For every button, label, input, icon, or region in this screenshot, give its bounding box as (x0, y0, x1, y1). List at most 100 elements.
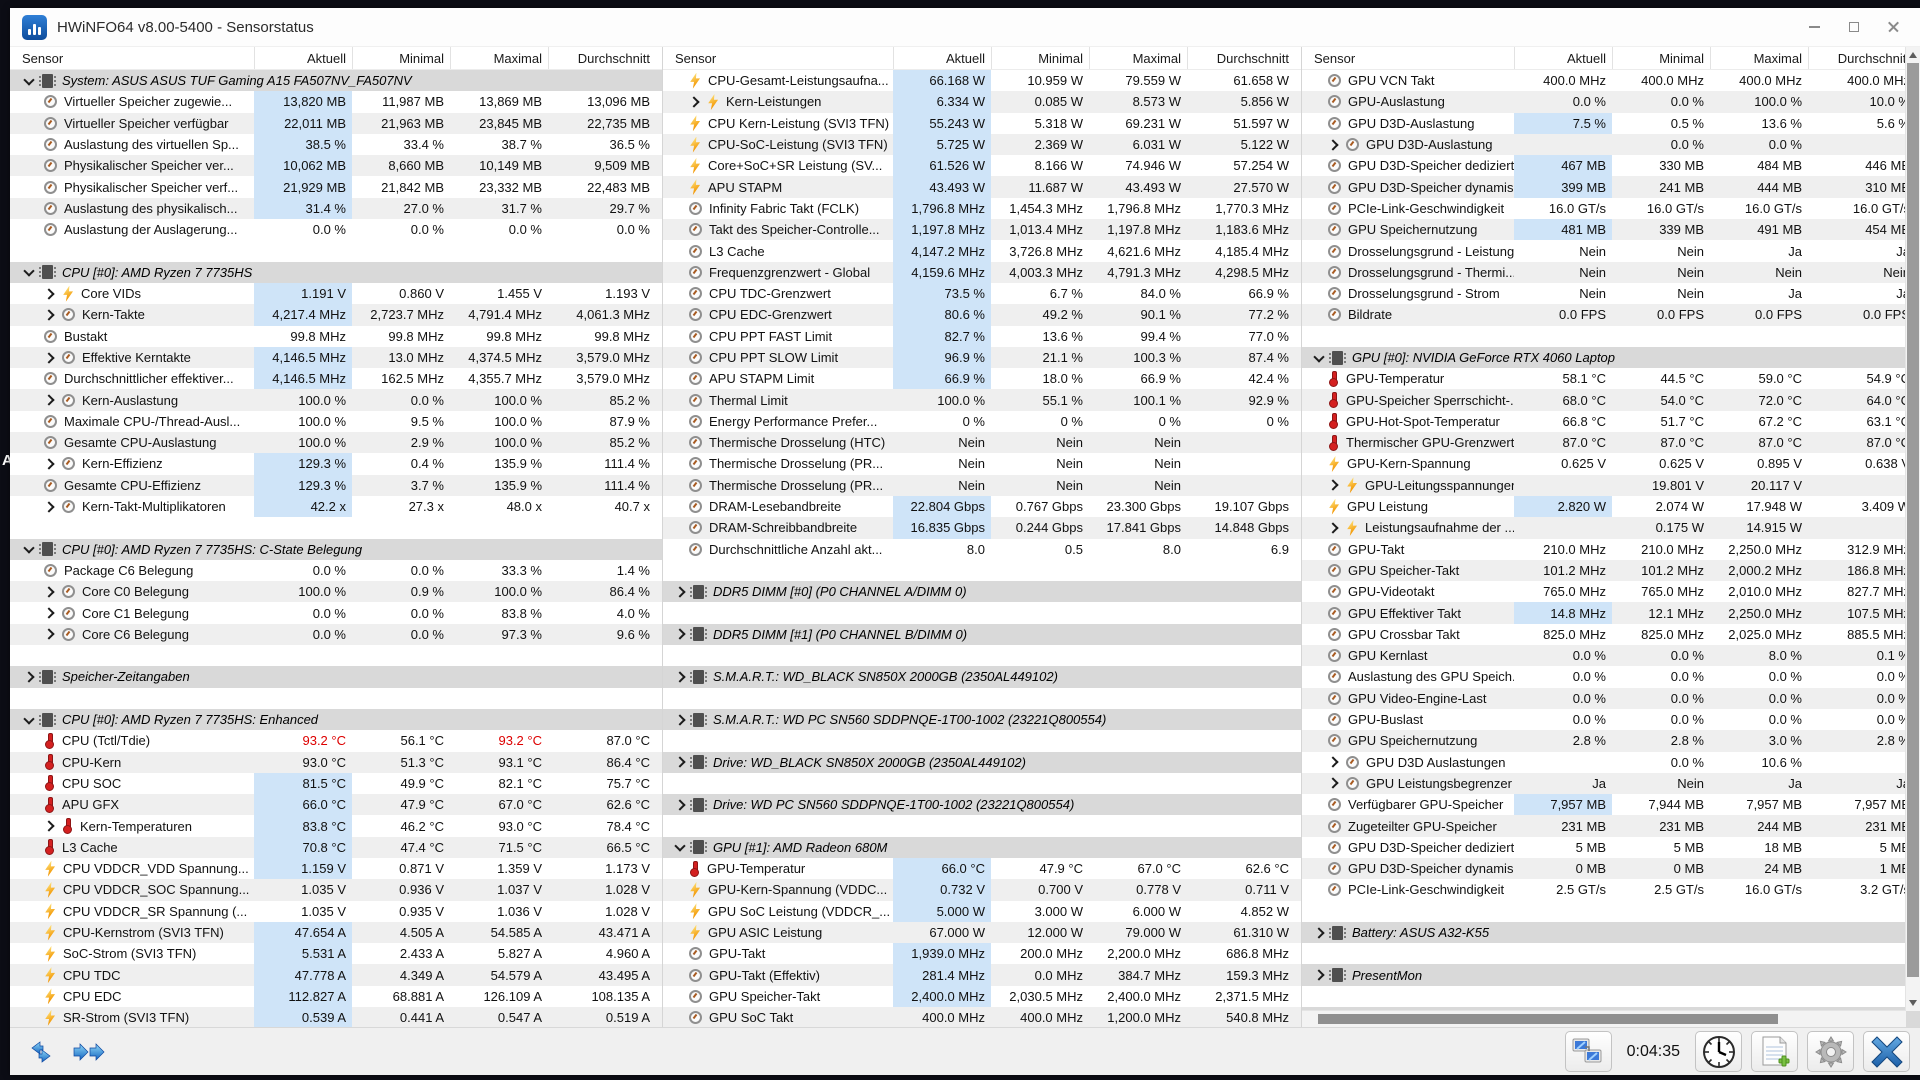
sensor-row[interactable]: GPU-Kern-Spannung (VDDC...0.732 V0.700 V… (663, 879, 1301, 900)
vertical-scroll-thumb[interactable] (1907, 63, 1919, 977)
sensor-row[interactable]: Auslastung des GPU Speich...0.0 %0.0 %0.… (1302, 666, 1920, 687)
sensor-row[interactable]: APU STAPM Limit66.9 %18.0 %66.9 %42.4 % (663, 368, 1301, 389)
sensor-group-header[interactable]: DDR5 DIMM [#0] (P0 CHANNEL A/DIMM 0) (663, 581, 1301, 602)
sensor-group-header[interactable]: CPU [#0]: AMD Ryzen 7 7735HS (10, 262, 662, 283)
sensor-row[interactable]: GPU SoC Takt400.0 MHz400.0 MHz1,200.0 MH… (663, 1007, 1301, 1027)
chevron-right-icon[interactable] (1327, 522, 1338, 533)
sensor-row[interactable]: GPU VCN Takt400.0 MHz400.0 MHz400.0 MHz4… (1302, 70, 1920, 91)
chevron-right-icon[interactable] (43, 309, 54, 320)
close-window-button[interactable] (1874, 12, 1914, 42)
sensor-row[interactable]: CPU EDC-Grenzwert80.6 %49.2 %90.1 %77.2 … (663, 304, 1301, 325)
sensor-row[interactable]: PCIe-Link-Geschwindigkeit2.5 GT/s2.5 GT/… (1302, 879, 1920, 900)
sensor-row[interactable]: Auslastung des virtuellen Sp...38.5 %33.… (10, 134, 662, 155)
sensor-row[interactable]: GPU LeistungsbegrenzerJaNeinJaJa (1302, 773, 1920, 794)
column-header-sensor[interactable]: Sensor (10, 47, 254, 69)
sensor-row[interactable]: Auslastung des physikalisch...31.4 %27.0… (10, 198, 662, 219)
sensor-row[interactable]: GPU D3D-Auslastung7.5 %0.5 %13.6 %5.6 % (1302, 113, 1920, 134)
chevron-right-icon[interactable] (674, 799, 685, 810)
sensor-row[interactable]: PCIe-Link-Geschwindigkeit16.0 GT/s16.0 G… (1302, 198, 1920, 219)
sensor-group-header[interactable]: CPU [#0]: AMD Ryzen 7 7735HS: Enhanced (10, 709, 662, 730)
close-sensors-button[interactable] (1863, 1031, 1910, 1072)
sensor-row[interactable]: GPU-Kern-Spannung0.625 V0.625 V0.895 V0.… (1302, 453, 1920, 474)
sensor-row[interactable]: CPU (Tctl/Tdie)93.2 °C56.1 °C93.2 °C87.0… (10, 730, 662, 751)
maximize-button[interactable] (1834, 12, 1874, 42)
sensor-row[interactable]: Core C1 Belegung0.0 %0.0 %83.8 %4.0 % (10, 602, 662, 623)
sensor-row[interactable]: L3 Cache4,147.2 MHz3,726.8 MHz4,621.6 MH… (663, 240, 1301, 261)
sensor-row[interactable]: Core C6 Belegung0.0 %0.0 %97.3 %9.6 % (10, 624, 662, 645)
column-header-durchschnitt[interactable]: Durchschnitt (1187, 47, 1301, 69)
sensor-row[interactable]: CPU VDDCR_VDD Spannung...1.159 V0.871 V1… (10, 858, 662, 879)
chevron-right-icon[interactable] (674, 671, 685, 682)
sensor-row[interactable]: Gesamte CPU-Auslastung100.0 %2.9 %100.0 … (10, 432, 662, 453)
column-header-minimal[interactable]: Minimal (991, 47, 1089, 69)
sensor-row[interactable]: APU STAPM43.493 W11.687 W43.493 W27.570 … (663, 176, 1301, 197)
chevron-right-icon[interactable] (1313, 969, 1324, 980)
sensor-row[interactable]: GPU D3D Auslastungen0.0 %10.6 % (1302, 752, 1920, 773)
sensor-group-header[interactable]: Drive: WD PC SN560 SDDPNQE-1T00-1002 (23… (663, 794, 1301, 815)
sensor-row[interactable]: Bustakt99.8 MHz99.8 MHz99.8 MHz99.8 MHz (10, 326, 662, 347)
chevron-down-icon[interactable] (1313, 351, 1324, 362)
sensor-row[interactable]: Kern-Effizienz129.3 %0.4 %135.9 %111.4 % (10, 453, 662, 474)
chevron-right-icon[interactable] (43, 288, 54, 299)
sensor-row[interactable]: GPU D3D-Speicher dediziert5 MB5 MB18 MB5… (1302, 837, 1920, 858)
scroll-down-arrow-icon[interactable] (1909, 1000, 1917, 1006)
sensor-row[interactable]: Virtueller Speicher zugewie...13,820 MB1… (10, 91, 662, 112)
sensor-row[interactable]: GPU D3D-Auslastung0.0 %0.0 % (1302, 134, 1920, 155)
sensor-row[interactable]: APU GFX66.0 °C47.9 °C67.0 °C62.6 °C (10, 794, 662, 815)
sensor-row[interactable]: GPU Speichernutzung2.8 %2.8 %3.0 %2.8 % (1302, 730, 1920, 751)
sensor-row[interactable]: Drosselungsgrund - StromNeinNeinJaJa (1302, 283, 1920, 304)
sensor-row[interactable]: CPU SOC81.5 °C49.9 °C82.1 °C75.7 °C (10, 773, 662, 794)
sensor-row[interactable]: SoC-Strom (SVI3 TFN)5.531 A2.433 A5.827 … (10, 943, 662, 964)
column-header-aktuell[interactable]: Aktuell (893, 47, 991, 69)
sensor-row[interactable]: CPU-Kern93.0 °C51.3 °C93.1 °C86.4 °C (10, 752, 662, 773)
sensor-row[interactable]: Leistungsaufnahme der ...0.175 W14.915 W (1302, 517, 1920, 538)
chevron-down-icon[interactable] (23, 543, 34, 554)
minimize-button[interactable] (1794, 12, 1834, 42)
sensor-row[interactable]: CPU EDC112.827 A68.881 A126.109 A108.135… (10, 986, 662, 1007)
vertical-scrollbar[interactable] (1905, 47, 1920, 1011)
sensor-row[interactable]: GPU-Videotakt765.0 MHz765.0 MHz2,010.0 M… (1302, 581, 1920, 602)
sensor-row[interactable]: GPU-Speicher Sperrschicht-...68.0 °C54.0… (1302, 389, 1920, 410)
sensor-row[interactable]: GPU Crossbar Takt825.0 MHz825.0 MHz2,025… (1302, 624, 1920, 645)
sensor-group-header[interactable]: S.M.A.R.T.: WD PC SN560 SDDPNQE-1T00-100… (663, 709, 1301, 730)
clock-timer-button[interactable] (1695, 1031, 1742, 1072)
sensor-row[interactable]: GPU-Takt210.0 MHz210.0 MHz2,250.0 MHz312… (1302, 539, 1920, 560)
sensor-row[interactable]: Core VIDs1.191 V0.860 V1.455 V1.193 V (10, 283, 662, 304)
sensor-row[interactable]: L3 Cache70.8 °C47.4 °C71.5 °C66.5 °C (10, 837, 662, 858)
chevron-down-icon[interactable] (23, 266, 34, 277)
horizontal-scroll-thumb[interactable] (1318, 1014, 1778, 1024)
column-header-maximal[interactable]: Maximal (450, 47, 548, 69)
sensor-row[interactable]: Gesamte CPU-Effizienz129.3 %3.7 %135.9 %… (10, 475, 662, 496)
sensor-group-header[interactable]: Drive: WD_BLACK SN850X 2000GB (2350AL449… (663, 752, 1301, 773)
chevron-down-icon[interactable] (674, 841, 685, 852)
sensor-row[interactable]: GPU-Takt1,939.0 MHz200.0 MHz2,200.0 MHz6… (663, 943, 1301, 964)
sensor-row[interactable]: GPU-Auslastung0.0 %0.0 %100.0 %10.0 % (1302, 91, 1920, 112)
sensor-row[interactable]: Kern-Takte4,217.4 MHz2,723.7 MHz4,791.4 … (10, 304, 662, 325)
sensor-row[interactable]: GPU Speicher-Takt101.2 MHz101.2 MHz2,000… (1302, 560, 1920, 581)
sensor-row[interactable]: Effektive Kerntakte4,146.5 MHz13.0 MHz4,… (10, 347, 662, 368)
column-header-sensor[interactable]: Sensor (663, 47, 893, 69)
chevron-right-icon[interactable] (43, 501, 54, 512)
sensor-row[interactable]: Drosselungsgrund - LeistungNeinNeinJaJa (1302, 240, 1920, 261)
sensor-row[interactable]: CPU-SoC-Leistung (SVI3 TFN)5.725 W2.369 … (663, 134, 1301, 155)
sensor-row[interactable]: Frequenzgrenzwert - Global4,159.6 MHz4,0… (663, 262, 1301, 283)
chevron-right-icon[interactable] (1327, 778, 1338, 789)
sensor-row[interactable]: Maximale CPU-/Thread-Ausl...100.0 %9.5 %… (10, 411, 662, 432)
chevron-right-icon[interactable] (674, 714, 685, 725)
chevron-right-icon[interactable] (1327, 756, 1338, 767)
chevron-right-icon[interactable] (1327, 139, 1338, 150)
sensor-row[interactable]: DRAM-Schreibbandbreite16.835 Gbps0.244 G… (663, 517, 1301, 538)
sensor-row[interactable]: Thermischer GPU-Grenzwert87.0 °C87.0 °C8… (1302, 432, 1920, 453)
sensor-row[interactable]: SR-Strom (SVI3 TFN)0.539 A0.441 A0.547 A… (10, 1007, 662, 1027)
sensor-row[interactable]: CPU PPT SLOW Limit96.9 %21.1 %100.3 %87.… (663, 347, 1301, 368)
chevron-right-icon[interactable] (23, 671, 34, 682)
sensor-group-header[interactable]: Battery: ASUS A32-K55 (1302, 922, 1920, 943)
chevron-right-icon[interactable] (674, 586, 685, 597)
sensor-row[interactable]: Bildrate0.0 FPS0.0 FPS0.0 FPS0.0 FPS (1302, 304, 1920, 325)
sensor-group-header[interactable]: GPU [#0]: NVIDIA GeForce RTX 4060 Laptop (1302, 347, 1920, 368)
sensor-row[interactable]: CPU VDDCR_SOC Spannung...1.035 V0.936 V1… (10, 879, 662, 900)
chevron-right-icon[interactable] (688, 96, 699, 107)
chevron-right-icon[interactable] (43, 607, 54, 618)
sensor-row[interactable]: GPU Speicher-Takt2,400.0 MHz2,030.5 MHz2… (663, 986, 1301, 1007)
chevron-right-icon[interactable] (674, 629, 685, 640)
